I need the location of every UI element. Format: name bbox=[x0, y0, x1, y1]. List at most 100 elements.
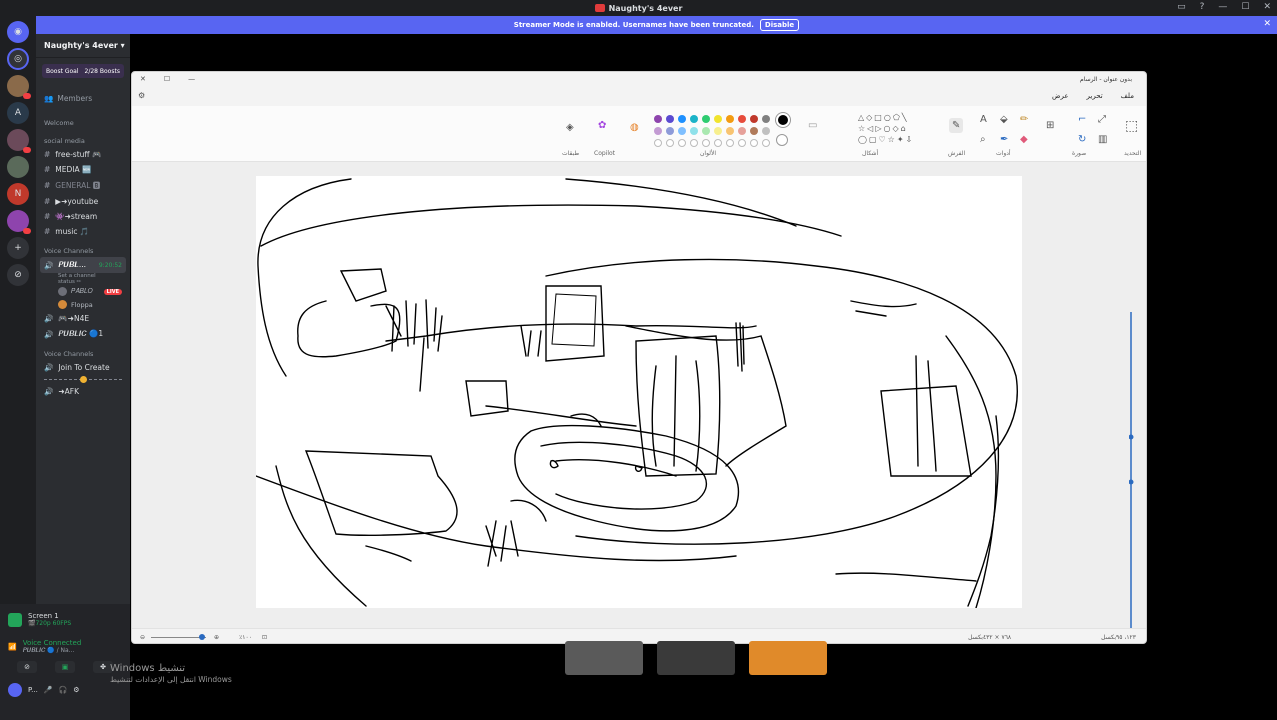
eyedropper-icon[interactable]: ✒ bbox=[1000, 134, 1008, 145]
voice-channel-n4e[interactable]: 🔊 🎮➜N4E bbox=[36, 311, 130, 326]
headphones-icon[interactable]: 🎧 bbox=[59, 686, 68, 694]
color-swatch[interactable] bbox=[690, 115, 698, 123]
paint-settings-icon[interactable]: ⚙ bbox=[138, 91, 145, 100]
help-icon[interactable]: ? bbox=[1200, 2, 1205, 12]
close-button[interactable]: ✕ bbox=[1263, 2, 1271, 12]
custom-color-slot[interactable] bbox=[762, 139, 770, 147]
color-swatch[interactable] bbox=[702, 127, 710, 135]
resize-icon[interactable]: ⤢ bbox=[1098, 114, 1106, 125]
color-swatch[interactable] bbox=[690, 127, 698, 135]
channel-music[interactable]: # music 🎵 bbox=[36, 224, 130, 239]
color-swatch[interactable] bbox=[714, 115, 722, 123]
banner-close-icon[interactable]: ✕ bbox=[1263, 19, 1271, 29]
text-tool-icon[interactable]: A bbox=[980, 114, 987, 125]
custom-color-slot[interactable] bbox=[738, 139, 746, 147]
brush-icon[interactable]: ✎ bbox=[949, 118, 964, 133]
custom-color-slot[interactable] bbox=[690, 139, 698, 147]
voice-channel-join-create[interactable]: 🔊 Join To Create bbox=[36, 360, 130, 375]
server-icon-6[interactable]: N bbox=[7, 183, 29, 205]
voice-user-floppa[interactable]: Floppa bbox=[36, 298, 130, 311]
current-color-swatch[interactable] bbox=[776, 113, 790, 127]
fit-icon[interactable]: ⊡ bbox=[262, 634, 267, 641]
custom-color-slot[interactable] bbox=[726, 139, 734, 147]
voice-connected-row[interactable]: 📶 Voice Connected 𝑷𝑼𝑩𝑳𝑰𝑪 🔵 / Na... bbox=[0, 629, 130, 655]
screen-share-row[interactable]: Screen 1 🎬720p 60FPS bbox=[0, 604, 130, 629]
color-swatch[interactable] bbox=[678, 115, 686, 123]
color-swatch[interactable] bbox=[714, 127, 722, 135]
menu-edit[interactable]: تحرير bbox=[1087, 92, 1103, 100]
color-swatch[interactable] bbox=[678, 127, 686, 135]
server-icon-7[interactable] bbox=[7, 210, 31, 234]
channel-stream[interactable]: # 👾➜stream bbox=[36, 209, 130, 224]
color-swatch[interactable] bbox=[762, 127, 770, 135]
members-link[interactable]: 👥 Members bbox=[36, 84, 130, 111]
image-tools-icon[interactable]: ⊞ bbox=[1046, 120, 1054, 131]
color-swatch[interactable] bbox=[666, 115, 674, 123]
color-swatch[interactable] bbox=[666, 127, 674, 135]
maximize-button[interactable]: ☐ bbox=[1241, 2, 1249, 12]
zoom-handle[interactable] bbox=[199, 633, 206, 640]
color-swatch[interactable] bbox=[750, 115, 758, 123]
channel-media[interactable]: # MEDIA 🆕 bbox=[36, 162, 130, 177]
color-swatch[interactable] bbox=[654, 115, 662, 123]
server-icon-4[interactable] bbox=[7, 129, 31, 153]
custom-color-slot[interactable] bbox=[750, 139, 758, 147]
color-swatch[interactable] bbox=[738, 115, 746, 123]
drawing-canvas[interactable] bbox=[255, 176, 1022, 609]
guild-name[interactable]: Naughty's 4ever ▾ bbox=[36, 34, 130, 58]
secondary-color-swatch[interactable] bbox=[776, 134, 788, 146]
paint-maximize-icon[interactable]: ☐ bbox=[164, 75, 170, 83]
magnifier-icon[interactable]: ⌕ bbox=[980, 134, 986, 145]
color-picker-icon[interactable]: ◍ bbox=[630, 122, 639, 133]
zoom-out-icon[interactable]: ⊖ bbox=[140, 634, 145, 641]
outline-icon[interactable]: ▭ bbox=[808, 120, 817, 131]
fill-tool-icon[interactable]: ⬙ bbox=[1000, 114, 1008, 125]
server-icon-1[interactable]: ◎ bbox=[7, 48, 29, 70]
stream-thumbnail-2[interactable] bbox=[657, 641, 735, 675]
avatar[interactable] bbox=[8, 683, 22, 697]
rotate-icon[interactable]: ↻ bbox=[1078, 134, 1086, 145]
crop-icon[interactable]: ⌐ bbox=[1078, 114, 1086, 125]
zoom-slider-vertical[interactable] bbox=[1128, 312, 1134, 643]
mic-icon[interactable]: 🎤 bbox=[44, 686, 53, 694]
color-swatch[interactable] bbox=[738, 127, 746, 135]
server-icon-2[interactable] bbox=[7, 75, 31, 99]
server-icon-5[interactable] bbox=[7, 156, 29, 178]
settings-gear-icon[interactable]: ⚙ bbox=[73, 686, 79, 694]
stream-thumbnail-3[interactable] bbox=[749, 641, 827, 675]
channel-free-stuff[interactable]: # free-stuff 🎮 bbox=[36, 147, 130, 162]
add-server-icon[interactable]: + bbox=[7, 237, 29, 259]
category-social-media[interactable]: social media bbox=[36, 129, 130, 147]
copilot-icon[interactable]: ✿ bbox=[598, 120, 606, 131]
selection-icon[interactable]: ⬚ bbox=[1125, 118, 1138, 134]
custom-color-slot[interactable] bbox=[714, 139, 722, 147]
custom-color-slot[interactable] bbox=[666, 139, 674, 147]
stream-thumbnail-1[interactable] bbox=[565, 641, 643, 675]
zoom-level[interactable]: ٪١٠٠ bbox=[239, 634, 252, 641]
voice-channel-public-active[interactable]: 🔊 𝑷𝑼𝑩𝑳... 9:20:52 bbox=[40, 257, 126, 273]
boost-goal[interactable]: Boost Goal 2/28 Boosts bbox=[42, 64, 124, 78]
category-voice-channels[interactable]: Voice Channels bbox=[36, 239, 130, 257]
color-swatch[interactable] bbox=[702, 115, 710, 123]
channel-general[interactable]: # GENERAL 🅱 bbox=[36, 177, 130, 194]
camera-off-icon[interactable]: ⊘ bbox=[17, 661, 37, 673]
menu-file[interactable]: ملف bbox=[1121, 92, 1134, 100]
home-discord-icon[interactable]: ◉ bbox=[7, 21, 29, 43]
pencil-tool-icon[interactable]: ✏ bbox=[1020, 114, 1028, 125]
zoom-in-icon[interactable]: ⊕ bbox=[214, 634, 219, 641]
color-swatch[interactable] bbox=[726, 127, 734, 135]
volume-slider[interactable] bbox=[36, 375, 130, 384]
shapes-gallery-icon[interactable]: △◇□○⬠╲ ☆◁▷○◇⌂ ◯▢♡☆✦⇩ bbox=[858, 112, 914, 145]
color-swatch[interactable] bbox=[762, 115, 770, 123]
menu-view[interactable]: عرض bbox=[1052, 92, 1069, 100]
category-voice-channels-2[interactable]: Voice Channels bbox=[36, 342, 130, 360]
zoom-track[interactable] bbox=[151, 633, 207, 640]
voice-channel-afk[interactable]: 🔊 ➜AFK bbox=[36, 384, 130, 399]
color-swatch[interactable] bbox=[654, 127, 662, 135]
inbox-icon[interactable]: ▭ bbox=[1177, 2, 1186, 12]
paint-close-icon[interactable]: ✕ bbox=[140, 75, 146, 83]
voice-channel-public[interactable]: 🔊 𝑷𝑼𝑩𝑳𝑰𝑪 🔵1 bbox=[36, 326, 130, 342]
flip-icon[interactable]: ▥ bbox=[1098, 134, 1107, 145]
eraser-icon[interactable]: ◆ bbox=[1020, 134, 1028, 145]
minimize-button[interactable]: — bbox=[1218, 2, 1227, 12]
